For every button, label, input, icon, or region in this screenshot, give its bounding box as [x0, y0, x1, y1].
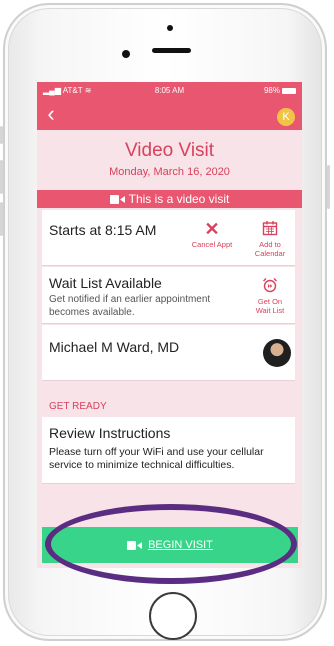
- close-x-icon: ✕: [204, 219, 220, 239]
- calendar-label-1: Add to: [259, 240, 281, 249]
- wait-list-label-2: Wait List: [255, 306, 285, 315]
- front-camera: [122, 50, 130, 58]
- review-instructions-card[interactable]: Review Instructions Please turn off your…: [42, 417, 295, 484]
- volume-up-button: [0, 160, 3, 194]
- wait-list-card: Wait List Available Get notified if an e…: [42, 267, 295, 324]
- video-camera-icon: [109, 195, 125, 205]
- review-instructions-text: Please turn off your WiFi and use your c…: [49, 446, 264, 471]
- get-ready-heading: GET READY: [49, 401, 107, 412]
- alarm-clock-icon: [263, 278, 277, 293]
- highlight-ellipse: [45, 504, 297, 584]
- calendar-icon: [262, 221, 278, 236]
- get-on-wait-list-button[interactable]: Get On Wait List: [249, 277, 291, 315]
- user-avatar[interactable]: K: [277, 108, 295, 126]
- add-to-calendar-button[interactable]: Add to Calendar: [249, 220, 291, 258]
- page-title: Video Visit: [124, 140, 215, 161]
- banner-text: This is a video visit: [128, 192, 230, 206]
- wait-list-description: Get notified if an earlier appointment b…: [49, 294, 211, 318]
- battery-icon: [282, 87, 296, 94]
- back-chevron-icon[interactable]: ‹: [40, 103, 62, 127]
- status-time: 8:05 AM: [154, 86, 185, 95]
- video-visit-banner: This is a video visit: [37, 190, 302, 208]
- review-instructions-title: Review Instructions: [49, 425, 171, 441]
- start-time: Starts at 8:15 AM: [49, 222, 157, 238]
- provider-photo: [263, 339, 291, 367]
- battery-status: 98%: [264, 86, 296, 95]
- appointment-time-card: Starts at 8:15 AM ✕ Cancel Appt Add to C…: [42, 210, 295, 266]
- wait-list-label-1: Get On: [257, 297, 283, 306]
- visit-date: Monday, March 16, 2020: [109, 166, 230, 178]
- wait-list-title: Wait List Available: [49, 275, 162, 291]
- earpiece-speaker: [152, 48, 191, 53]
- calendar-label-2: Calendar: [254, 249, 286, 258]
- volume-down-button: [0, 202, 3, 236]
- status-bar: ▂▄▆ AT&T ≋ 8:05 AM 98%: [37, 82, 302, 100]
- provider-card[interactable]: Michael M Ward, MD: [42, 325, 295, 381]
- nav-bar: ‹ K: [37, 100, 302, 130]
- app-screen: ▂▄▆ AT&T ≋ 8:05 AM 98% ‹ K Video Visit M…: [37, 82, 302, 568]
- front-sensor: [167, 25, 173, 31]
- provider-name: Michael M Ward, MD: [49, 339, 180, 355]
- mute-switch: [0, 126, 3, 144]
- cancel-label: Cancel Appt: [191, 240, 233, 249]
- home-button[interactable]: [149, 592, 197, 640]
- power-button: [327, 165, 330, 209]
- cancel-appointment-button[interactable]: ✕ Cancel Appt: [182, 220, 242, 249]
